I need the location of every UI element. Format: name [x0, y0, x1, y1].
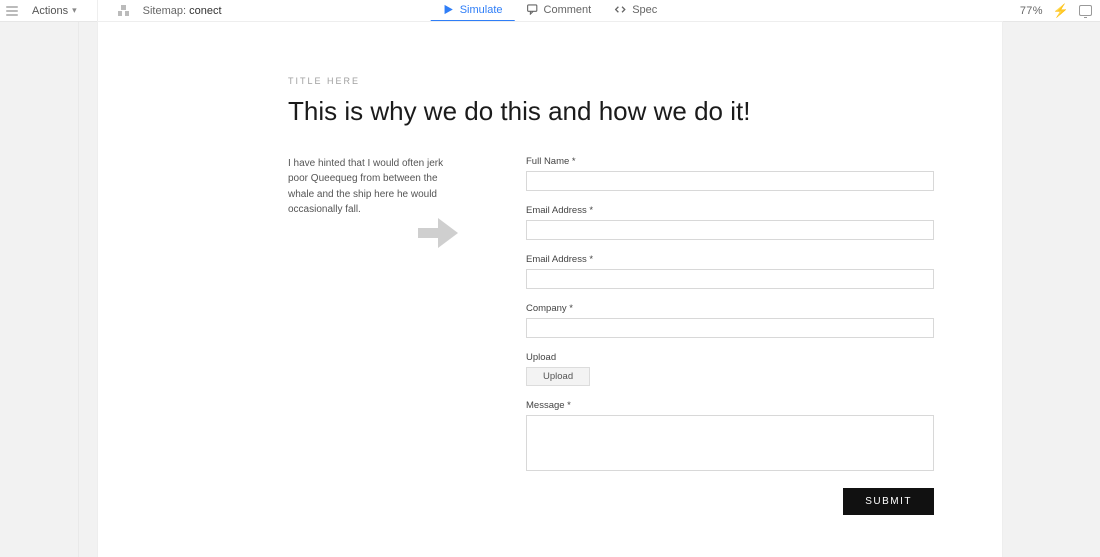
page-headline: This is why we do this and how we do it! — [288, 96, 934, 128]
sitemap-icon — [118, 5, 129, 16]
prototype-canvas: TITLE HERE This is why we do this and ho… — [98, 22, 1002, 557]
label-full-name: Full Name * — [526, 156, 934, 167]
zoom-level[interactable]: 77% — [1020, 5, 1043, 17]
lightning-icon[interactable]: ⚡ — [1053, 3, 1069, 19]
chevron-down-icon: ▾ — [72, 5, 77, 16]
input-email-2[interactable] — [526, 269, 934, 289]
splitter-handle[interactable] — [78, 22, 79, 557]
label-message: Message * — [526, 400, 934, 411]
tab-spec[interactable]: Spec — [603, 0, 669, 22]
eyebrow-label: TITLE HERE — [288, 76, 934, 86]
label-email-1: Email Address * — [526, 205, 934, 216]
input-company[interactable] — [526, 318, 934, 338]
comment-icon — [527, 4, 538, 15]
tab-simulate[interactable]: Simulate — [431, 0, 515, 22]
code-icon — [615, 4, 626, 15]
device-icon[interactable] — [1079, 5, 1092, 16]
tab-comment[interactable]: Comment — [515, 0, 604, 22]
input-message[interactable] — [526, 415, 934, 471]
workspace: TITLE HERE This is why we do this and ho… — [0, 22, 1100, 535]
divider — [97, 0, 98, 22]
label-upload: Upload — [526, 352, 934, 363]
intro-text: I have hinted that I would often jerk po… — [288, 156, 448, 218]
mode-tabs: Simulate Comment Spec — [431, 0, 670, 22]
arrow-right-icon — [418, 216, 458, 250]
upload-button[interactable]: Upload — [526, 367, 590, 386]
label-company: Company * — [526, 303, 934, 314]
sitemap-breadcrumb[interactable]: Sitemap: conect — [143, 5, 222, 17]
input-full-name[interactable] — [526, 171, 934, 191]
play-icon — [443, 4, 454, 15]
actions-label: Actions — [32, 5, 68, 17]
submit-button[interactable]: SUBMIT — [843, 488, 934, 515]
top-toolbar: Actions ▾ Sitemap: conect Simulate Comme… — [0, 0, 1100, 22]
input-email-1[interactable] — [526, 220, 934, 240]
menu-icon[interactable] — [6, 6, 18, 16]
label-email-2: Email Address * — [526, 254, 934, 265]
actions-menu[interactable]: Actions ▾ — [32, 5, 77, 17]
